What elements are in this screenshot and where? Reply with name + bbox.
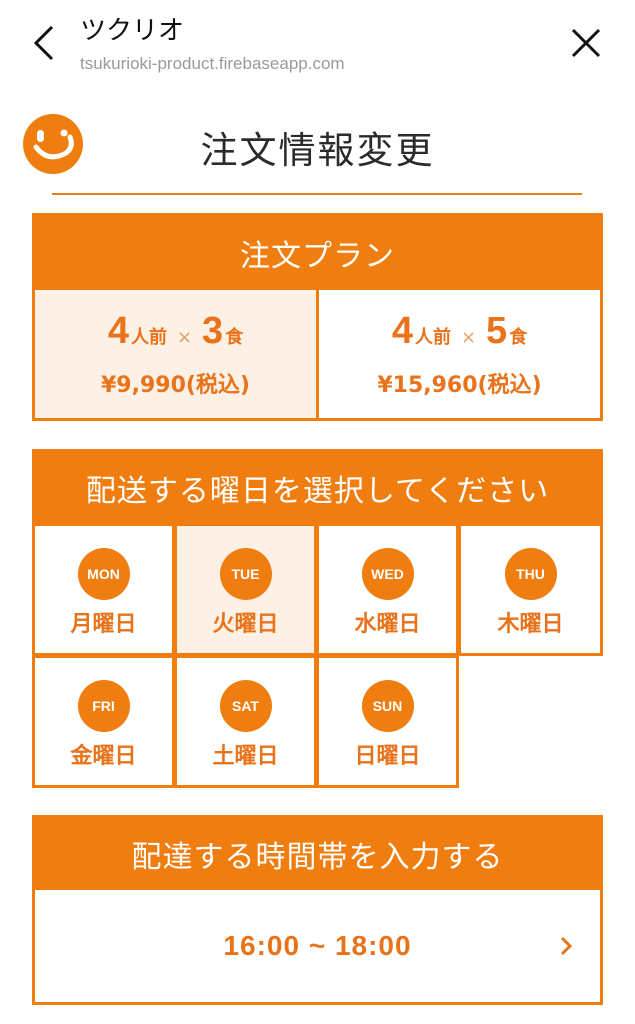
plan-meals-unit: 食 (225, 326, 244, 348)
site-url: tsukurioki-product.firebaseapp.com (80, 54, 345, 73)
plan-price: ¥15,960(税込) (377, 372, 542, 398)
day-label: 日曜日 (354, 744, 421, 769)
delivery-time-section: 配達する時間帯を入力する 16:00 ~ 18:00 (32, 815, 603, 1005)
plan-people-unit: 人前 (130, 326, 167, 348)
delivery-time-value: 16:00 ~ 18:00 (223, 930, 412, 961)
plan-people: 4 (391, 309, 413, 352)
back-button[interactable] (22, 18, 66, 68)
plan-price: ¥9,990(税込) (100, 372, 250, 398)
day-label: 金曜日 (70, 744, 137, 769)
day-abbr-badge: SUN (361, 680, 414, 732)
day-option-sun[interactable]: SUN 日曜日 (316, 655, 459, 788)
day-option-fri[interactable]: FRI 金曜日 (32, 655, 175, 788)
plan-times-sign: × (460, 326, 477, 348)
title-divider (52, 193, 582, 195)
day-label: 木曜日 (497, 612, 564, 637)
plan-people: 4 (107, 309, 129, 352)
day-option-mon[interactable]: MON 月曜日 (32, 523, 175, 656)
chevron-right-icon (560, 936, 573, 956)
day-abbr-badge: TUE (219, 548, 272, 600)
day-label: 土曜日 (212, 744, 279, 769)
day-abbr-badge: WED (361, 548, 414, 600)
delivery-day-heading: 配送する曜日を選択してください (32, 449, 603, 523)
plan-option-5-meals[interactable]: 4 人前 × 5 食 ¥15,960(税込) (316, 290, 600, 418)
day-option-sat[interactable]: SAT 土曜日 (174, 655, 317, 788)
plan-meals: 3 (202, 309, 224, 352)
day-label: 水曜日 (354, 612, 421, 637)
day-label: 月曜日 (70, 612, 137, 637)
close-button[interactable] (562, 20, 610, 66)
close-icon (571, 28, 601, 58)
day-abbr-badge: THU (504, 548, 557, 600)
page-title: 注文情報変更 (200, 129, 435, 172)
day-abbr-badge: FRI (77, 680, 130, 732)
day-abbr-badge: MON (77, 548, 130, 600)
day-label: 火曜日 (212, 612, 279, 637)
plan-meals-unit: 食 (509, 326, 528, 348)
chevron-left-icon (33, 25, 54, 61)
plan-option-3-meals[interactable]: 4 人前 × 3 食 ¥9,990(税込) (35, 290, 316, 418)
browser-bar: ツクリオ tsukurioki-product.firebaseapp.com (0, 0, 635, 92)
day-option-thu[interactable]: THU 木曜日 (458, 523, 603, 656)
plan-section: 注文プラン 4 人前 × 3 食 ¥9,990(税込) 4 人前 × 5 食 ¥… (32, 213, 603, 421)
plan-meals: 5 (486, 309, 508, 352)
delivery-day-section: 配送する曜日を選択してください MON 月曜日 TUE 火曜日 WED 水曜日 … (32, 449, 603, 789)
plan-heading: 注文プラン (35, 216, 600, 290)
delivery-time-selector[interactable]: 16:00 ~ 18:00 (35, 890, 600, 1002)
delivery-time-heading: 配達する時間帯を入力する (35, 818, 600, 890)
plan-people-unit: 人前 (414, 326, 451, 348)
day-option-wed[interactable]: WED 水曜日 (316, 523, 459, 656)
day-option-tue[interactable]: TUE 火曜日 (174, 523, 317, 656)
plan-quantity: 4 人前 × 5 食 (392, 310, 527, 353)
site-title: ツクリオ (80, 16, 185, 46)
plan-times-sign: × (176, 326, 193, 348)
day-abbr-badge: SAT (219, 680, 272, 732)
plan-quantity: 4 人前 × 3 食 (108, 310, 243, 353)
